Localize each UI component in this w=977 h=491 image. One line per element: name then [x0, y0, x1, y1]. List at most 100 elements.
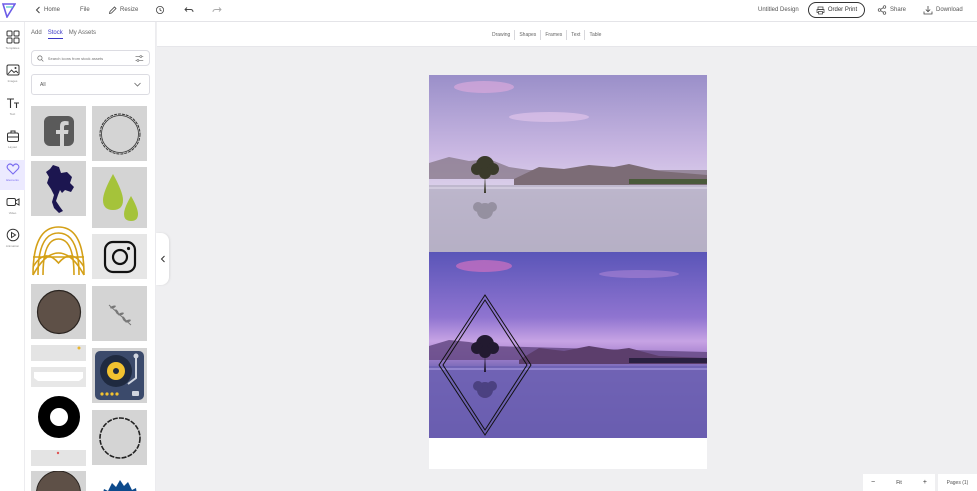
rail-item-video[interactable]: Video — [0, 193, 25, 223]
asset-thumb-banner[interactable] — [31, 345, 86, 361]
filter-sliders-icon[interactable] — [135, 54, 144, 62]
chevron-left-icon — [160, 255, 165, 263]
top-bar: Home File Resize Untitled Design Order P… — [0, 0, 977, 22]
rail-label: Animation — [5, 244, 20, 248]
image-icon — [6, 64, 19, 76]
rail-label: Text — [9, 112, 16, 116]
tool-text[interactable]: Text — [567, 32, 584, 38]
asset-tabs: Add Stock My Assets — [31, 30, 96, 39]
video-icon — [6, 198, 19, 206]
category-select[interactable]: All — [31, 74, 150, 95]
strip-shape-icon — [56, 451, 60, 455]
tool-shapes[interactable]: Shapes — [515, 32, 540, 38]
asset-thumb-facebook[interactable] — [31, 106, 86, 156]
briefcase-icon — [6, 130, 19, 142]
rail-item-layout[interactable]: Layout — [0, 127, 25, 157]
asset-thumb-instagram[interactable] — [92, 234, 147, 279]
undo-button[interactable] — [184, 0, 194, 20]
lake-tree-photo-purple — [429, 252, 707, 438]
home-button[interactable]: Home — [35, 0, 60, 20]
left-rail: Templates Images Text Layout Elements Vi… — [0, 22, 25, 491]
tool-frames[interactable]: Frames — [541, 32, 566, 38]
play-circle-icon — [6, 228, 19, 242]
chevron-down-icon — [134, 82, 141, 87]
app-logo[interactable] — [2, 2, 16, 18]
grid-icon — [6, 30, 19, 44]
share-button[interactable]: Share — [877, 0, 906, 20]
pages-label: Pages (1) — [946, 479, 969, 486]
undo-icon — [184, 7, 194, 13]
tool-table[interactable]: Table — [585, 32, 605, 38]
blue-badge-icon — [103, 480, 137, 491]
file-menu[interactable]: File — [80, 0, 90, 20]
design-title[interactable]: Untitled Design — [758, 0, 799, 20]
redo-icon — [212, 7, 222, 13]
rail-label: Templates — [5, 46, 20, 50]
canvas-photo-bottom[interactable] — [429, 252, 707, 438]
download-icon — [923, 6, 933, 15]
asset-thumb-circle-partial[interactable] — [31, 471, 86, 491]
rail-label: Layout — [7, 145, 17, 149]
asset-thumb-blue-badge[interactable] — [92, 471, 147, 491]
tab-my-assets[interactable]: My Assets — [69, 30, 96, 39]
history-icon — [156, 6, 164, 14]
leaf-branch-icon — [108, 304, 131, 325]
turntable-icon — [95, 351, 144, 400]
asset-thumb-thailand-map[interactable] — [31, 161, 86, 216]
order-prints-button[interactable]: Order Print — [808, 2, 865, 18]
share-icon — [877, 5, 887, 15]
search-box — [31, 50, 150, 66]
asset-thumb-strip[interactable] — [31, 450, 86, 466]
redo-button[interactable] — [212, 0, 222, 20]
map-shape-icon — [45, 164, 74, 213]
rail-label: Video — [8, 211, 17, 215]
asset-thumb-ribbon[interactable] — [31, 367, 86, 387]
asset-thumb-turntable[interactable] — [92, 348, 147, 403]
rail-item-text[interactable]: Text — [0, 94, 25, 124]
circle-partial-icon — [36, 471, 81, 491]
zoom-control: − Fit + — [863, 474, 935, 491]
home-label: Home — [44, 7, 61, 13]
rail-item-images[interactable]: Images — [0, 61, 25, 91]
asset-thumb-scalloped-frame[interactable] — [92, 410, 147, 465]
search-icon — [37, 55, 44, 62]
download-button[interactable]: Download — [923, 0, 963, 20]
rail-item-templates[interactable]: Templates — [0, 28, 25, 58]
rail-item-elements[interactable]: Elements — [0, 160, 25, 190]
gold-arch-pattern-icon — [32, 226, 85, 276]
zoom-in-button[interactable]: + — [923, 479, 927, 486]
asset-thumb-brown-circle[interactable] — [31, 284, 86, 339]
canvas-photo-top[interactable] — [429, 75, 707, 252]
search-input[interactable] — [47, 55, 132, 61]
rail-item-animation[interactable]: Animation — [0, 226, 25, 256]
rail-label: Elements — [6, 178, 19, 182]
toolbar-items: Drawing Shapes Frames Text Table — [488, 22, 605, 47]
asset-thumb-scalloped-circle[interactable] — [92, 106, 147, 161]
asset-thumb-green-drops[interactable] — [92, 167, 147, 228]
history-button[interactable] — [155, 0, 165, 20]
share-label: Share — [890, 7, 907, 13]
design-title-label: Untitled Design — [758, 7, 799, 13]
pages-button[interactable]: Pages (1) — [938, 474, 977, 491]
facebook-icon — [43, 116, 74, 146]
zoom-value[interactable]: Fit — [896, 480, 902, 486]
tab-add[interactable]: Add — [31, 30, 42, 39]
file-label: File — [80, 7, 90, 13]
asset-thumb-black-ring[interactable] — [31, 389, 86, 444]
zoom-out-button[interactable]: − — [871, 479, 875, 486]
resize-button[interactable]: Resize — [108, 0, 138, 20]
asset-thumb-gold-arches[interactable] — [31, 223, 86, 278]
tool-drawing[interactable]: Drawing — [488, 32, 514, 38]
heart-icon — [6, 163, 19, 175]
editor-toolbar: Drawing Shapes Frames Text Table — [157, 22, 977, 47]
scalloped-circle-icon — [99, 113, 140, 154]
ring-shape-icon — [37, 395, 80, 438]
instagram-icon — [103, 240, 136, 273]
design-page[interactable] — [429, 75, 707, 469]
collapse-panel-button[interactable] — [156, 233, 169, 285]
tab-stock[interactable]: Stock — [47, 30, 63, 39]
banner-shape-icon — [31, 345, 86, 361]
category-select-value: All — [40, 81, 46, 88]
asset-thumb-leaf-branch[interactable] — [92, 286, 147, 341]
water-drops-icon — [102, 173, 138, 221]
